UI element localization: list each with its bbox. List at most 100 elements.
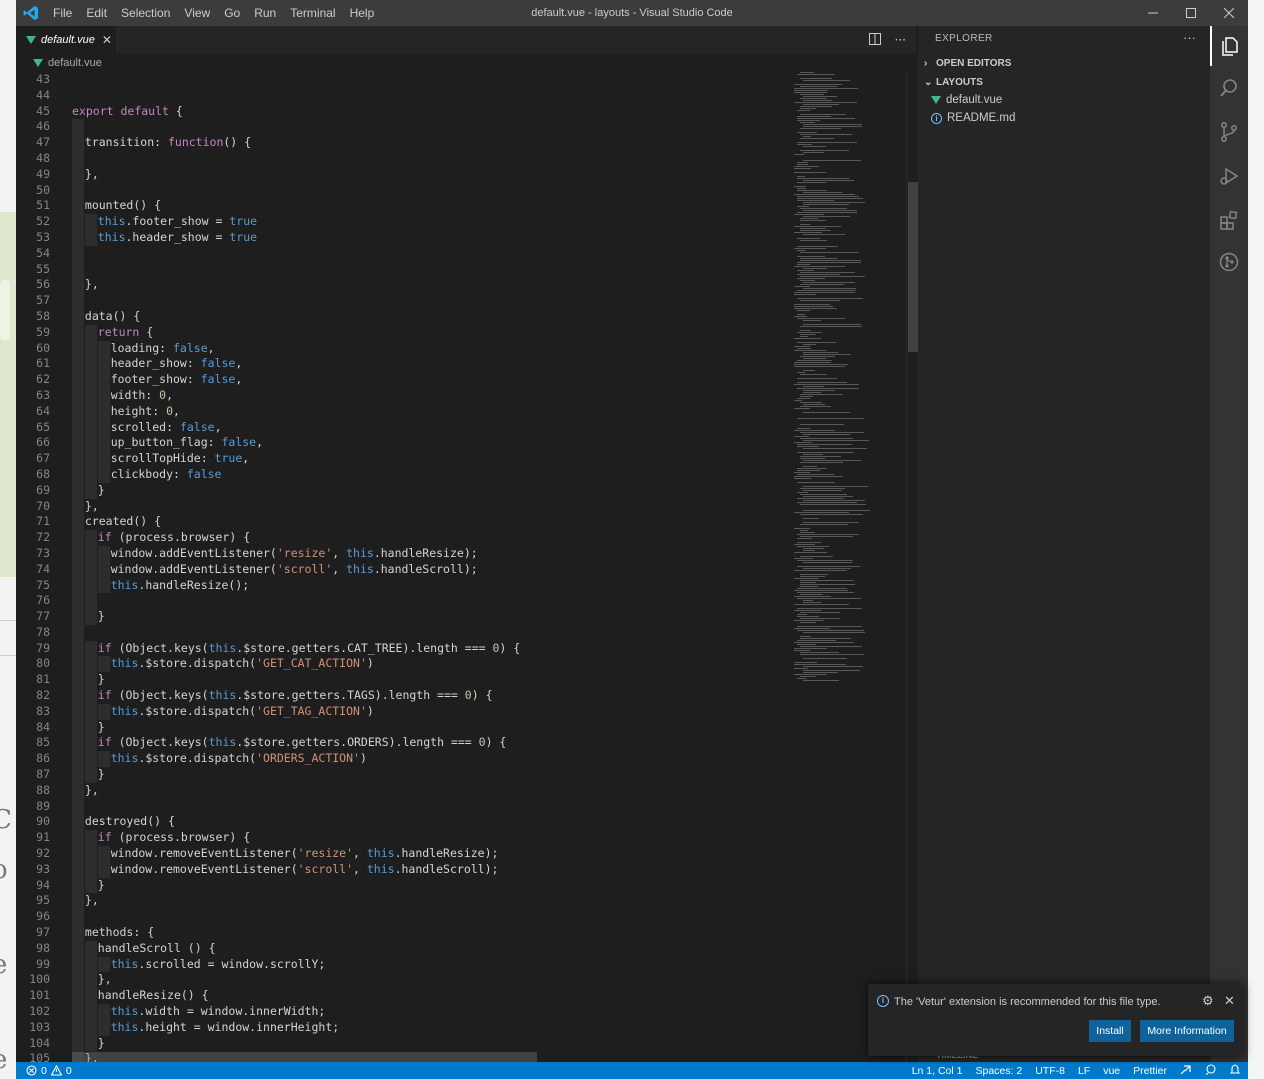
code-line[interactable]: 58 data() { <box>16 308 786 325</box>
code-line[interactable]: 53 this.header_show = true <box>16 229 786 246</box>
code-line[interactable]: 81} <box>16 672 786 689</box>
code-line[interactable]: 50 <box>16 182 786 199</box>
code-line[interactable]: 44 <box>16 88 786 104</box>
layouts-folder-section[interactable]: ⌄ LAYOUTS <box>918 72 1210 92</box>
extensions-icon[interactable] <box>1210 200 1248 240</box>
code-line[interactable]: 55 <box>16 261 786 278</box>
code-line[interactable]: 99 this.scrolled = window.scrollY; <box>16 956 786 973</box>
problems-indicator[interactable]: 0 0 <box>26 1062 72 1079</box>
code-line[interactable]: 101 handleResize() { <box>16 988 786 1005</box>
code-line[interactable]: 46 <box>16 119 786 136</box>
code-line[interactable]: 70}, <box>16 498 786 515</box>
more-actions-icon[interactable]: ··· <box>1183 30 1196 45</box>
menu-file[interactable]: File <box>46 0 79 26</box>
code-line[interactable]: 45 export default { <box>16 104 786 120</box>
notifications-icon[interactable] <box>1229 1063 1241 1078</box>
code-line[interactable]: 48 <box>16 150 786 167</box>
file-readme-md[interactable]: i README.md <box>918 109 1210 127</box>
code-line[interactable]: 57 <box>16 293 786 309</box>
code-line[interactable]: 86 this.$store.dispatch('ORDERS_ACTION') <box>16 751 786 768</box>
code-line[interactable]: 79 if (Object.keys(this.$store.getters.CA… <box>16 640 786 657</box>
more-actions-icon[interactable]: ··· <box>895 33 906 47</box>
code-line[interactable]: 102 this.width = window.innerWidth; <box>16 1004 786 1020</box>
code-line[interactable]: 43 <box>16 72 786 88</box>
editor-vertical-scrollbar[interactable] <box>906 72 918 1062</box>
code-line[interactable]: 93 window.removeEventListener('scroll', t… <box>16 861 786 878</box>
code-line[interactable]: 88}, <box>16 782 786 799</box>
code-line[interactable]: 54 <box>16 245 786 262</box>
code-line[interactable]: 75 this.handleResize(); <box>16 577 786 594</box>
editor-horizontal-scrollbar[interactable] <box>72 1052 537 1062</box>
search-icon[interactable] <box>1210 68 1248 108</box>
code-line[interactable]: 67 scrollTopHide: true, <box>16 451 786 467</box>
code-line[interactable]: 76 <box>16 593 786 610</box>
code-line[interactable]: 87} <box>16 767 786 783</box>
menu-edit[interactable]: Edit <box>79 0 114 26</box>
encoding[interactable]: UTF-8 <box>1035 1065 1065 1077</box>
code-line[interactable]: 95}, <box>16 893 786 910</box>
code-line[interactable]: 85 if (Object.keys(this.$store.getters.OR… <box>16 735 786 752</box>
code-line[interactable]: 72 if (process.browser) { <box>16 530 786 546</box>
code-line[interactable]: 47 transition: function() { <box>16 135 786 151</box>
code-line[interactable]: 62 footer_show: false, <box>16 372 786 388</box>
code-line[interactable]: 94} <box>16 877 786 894</box>
code-line[interactable]: 84} <box>16 719 786 736</box>
cursor-position[interactable]: Ln 1, Col 1 <box>912 1065 963 1077</box>
code-line[interactable]: 51 mounted() { <box>16 198 786 215</box>
code-line[interactable]: 97 methods: { <box>16 925 786 941</box>
live-share-icon[interactable] <box>1180 1064 1192 1078</box>
source-control-icon[interactable] <box>1210 112 1248 152</box>
explorer-icon[interactable] <box>1210 26 1248 66</box>
breadcrumb-file[interactable]: default.vue <box>48 57 102 69</box>
code-line[interactable]: 100}, <box>16 972 786 989</box>
code-line[interactable]: 71 created() { <box>16 514 786 531</box>
code-line[interactable]: 59 return { <box>16 324 786 341</box>
code-line[interactable]: 64 height: 0, <box>16 403 786 420</box>
code-line[interactable]: 82 if (Object.keys(this.$store.getters.TA… <box>16 688 786 704</box>
code-line[interactable]: 104} <box>16 1035 786 1052</box>
code-line[interactable]: 66 up_button_flag: false, <box>16 435 786 452</box>
indentation[interactable]: Spaces: 2 <box>976 1065 1023 1077</box>
maximize-button[interactable] <box>1172 0 1210 26</box>
code-line[interactable]: 90 destroyed() { <box>16 814 786 831</box>
code-line[interactable]: 68 clickbody: false <box>16 466 786 483</box>
code-line[interactable]: 73 window.addEventListener('resize', this… <box>16 545 786 562</box>
menu-view[interactable]: View <box>177 0 217 26</box>
code-line[interactable]: 78 <box>16 624 786 641</box>
git-graph-icon[interactable] <box>1210 242 1248 282</box>
menu-terminal[interactable]: Terminal <box>283 0 342 26</box>
split-editor-icon[interactable] <box>868 32 881 48</box>
formatter[interactable]: Prettier <box>1133 1065 1167 1077</box>
code-line[interactable]: 52 this.footer_show = true <box>16 214 786 230</box>
code-line[interactable]: 61 header_show: false, <box>16 356 786 373</box>
language-mode[interactable]: vue <box>1103 1065 1120 1077</box>
code-line[interactable]: 103 this.height = window.innerHeight; <box>16 1019 786 1036</box>
code-line[interactable]: 49}, <box>16 166 786 183</box>
minimize-button[interactable] <box>1134 0 1172 26</box>
code-editor[interactable]: 43 44 45 export default {46 47 transition: fu… <box>16 72 786 1062</box>
tab-close-icon[interactable]: ✕ <box>102 33 112 47</box>
menu-run[interactable]: Run <box>247 0 283 26</box>
code-line[interactable]: 65 scrolled: false, <box>16 419 786 436</box>
close-icon[interactable]: ✕ <box>1224 993 1235 1009</box>
file-default-vue[interactable]: default.vue <box>918 91 1210 109</box>
tab-default-vue[interactable]: default.vue ✕ <box>16 26 116 54</box>
scrollbar-thumb[interactable] <box>908 182 918 352</box>
install-button[interactable]: Install <box>1089 1020 1131 1042</box>
menu-help[interactable]: Help <box>343 0 382 26</box>
code-line[interactable]: 89 <box>16 798 786 815</box>
menu-go[interactable]: Go <box>217 0 247 26</box>
more-information-button[interactable]: More Information <box>1140 1020 1234 1042</box>
code-line[interactable]: 56}, <box>16 277 786 294</box>
code-line[interactable]: 77} <box>16 609 786 625</box>
run-debug-icon[interactable] <box>1210 156 1248 196</box>
code-line[interactable]: 63 width: 0, <box>16 387 786 404</box>
line-ending[interactable]: LF <box>1078 1065 1090 1077</box>
menu-selection[interactable]: Selection <box>114 0 177 26</box>
code-line[interactable]: 60 loading: false, <box>16 340 786 357</box>
breadcrumb[interactable]: default.vue <box>16 54 916 72</box>
close-window-button[interactable] <box>1210 0 1248 26</box>
gear-icon[interactable]: ⚙ <box>1202 993 1214 1009</box>
code-line[interactable]: 69} <box>16 482 786 499</box>
feedback-icon[interactable] <box>1205 1063 1217 1078</box>
